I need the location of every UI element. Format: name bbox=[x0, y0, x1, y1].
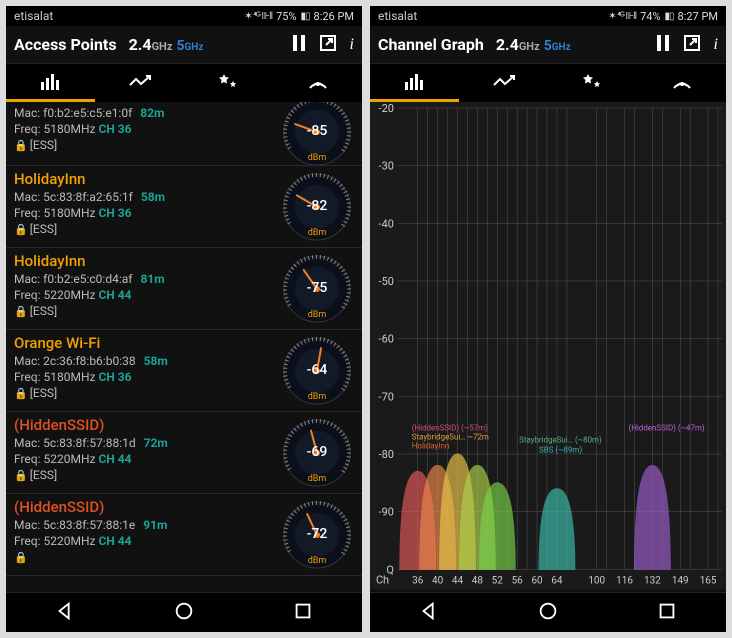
clock: 8:26 PM bbox=[314, 10, 354, 23]
nav-bar bbox=[370, 592, 726, 632]
svg-text:-50: -50 bbox=[379, 275, 394, 288]
signal-gauge: -72 dBm bbox=[282, 500, 352, 570]
tab-access-points[interactable] bbox=[637, 64, 726, 102]
lock-icon: 🔒 bbox=[14, 305, 28, 318]
tab-bar bbox=[370, 64, 726, 102]
tab-time-graph[interactable] bbox=[459, 64, 548, 102]
ap-row[interactable]: (HiddenSSID)Mac: 5c:83:8f:57:88:1e91mFre… bbox=[6, 494, 362, 576]
phone-right: etisalat ✶ ⁴ᴳ ⊪‖ 74% ▮▯ 8:27 PM Channel … bbox=[370, 6, 726, 632]
nav-back[interactable] bbox=[418, 600, 440, 626]
bt-icon: ✶ ⁴ᴳ ⊪‖ bbox=[608, 11, 636, 22]
signal-gauge: -82 dBm bbox=[282, 172, 352, 242]
svg-text:36: 36 bbox=[412, 575, 424, 586]
signal-gauge: -85 dBm bbox=[282, 102, 352, 167]
svg-text:-20: -20 bbox=[379, 102, 394, 115]
signal-gauge: -64 dBm bbox=[282, 336, 352, 406]
svg-text:132: 132 bbox=[644, 575, 661, 586]
svg-text:64: 64 bbox=[551, 575, 563, 586]
signal-gauge: -69 dBm bbox=[282, 418, 352, 488]
svg-text:52: 52 bbox=[492, 575, 504, 586]
ap-row[interactable]: Mac: f0:b2:e5:c5:e1:0f82mFreq: 5180MHz C… bbox=[6, 102, 362, 166]
info-icon[interactable]: i bbox=[350, 36, 354, 54]
svg-text:StaybridgeSui… (~80m): StaybridgeSui… (~80m) bbox=[519, 435, 602, 444]
carrier-label: etisalat bbox=[14, 9, 53, 23]
ap-row[interactable]: (HiddenSSID)Mac: 5c:83:8f:57:88:1d72mFre… bbox=[6, 412, 362, 494]
carrier-label: etisalat bbox=[378, 9, 417, 23]
svg-text:-30: -30 bbox=[379, 160, 394, 173]
svg-text:-80: -80 bbox=[379, 448, 394, 461]
status-bar: etisalat ✶ ⁴ᴳ ⊪‖ 74% ▮▯ 8:27 PM bbox=[370, 6, 726, 26]
tab-bar-chart[interactable] bbox=[370, 64, 459, 102]
svg-text:165: 165 bbox=[700, 575, 717, 586]
svg-text:-70: -70 bbox=[379, 390, 394, 403]
band-selector[interactable]: 2.4GHz 5GHz bbox=[496, 35, 648, 54]
pause-icon[interactable] bbox=[292, 35, 306, 55]
battery-icon: ▮▯ bbox=[301, 11, 310, 22]
nav-recent[interactable] bbox=[292, 600, 314, 626]
export-icon[interactable] bbox=[684, 35, 700, 55]
ap-distance: 72m bbox=[144, 436, 168, 450]
pause-icon[interactable] bbox=[656, 35, 670, 55]
screen-title: Access Points bbox=[14, 35, 117, 54]
lock-icon: 🔒 bbox=[14, 139, 28, 152]
svg-text:(HiddenSSID) (~47m): (HiddenSSID) (~47m) bbox=[629, 424, 705, 433]
svg-text:44: 44 bbox=[452, 575, 464, 586]
status-bar: etisalat ✶ ⁴ᴳ ⊪‖ 75% ▮▯ 8:26 PM bbox=[6, 6, 362, 26]
app-bar: Channel Graph 2.4GHz 5GHz i bbox=[370, 26, 726, 64]
screen-title: Channel Graph bbox=[378, 35, 484, 54]
svg-text:-60: -60 bbox=[379, 333, 394, 346]
svg-text:48: 48 bbox=[472, 575, 484, 586]
tab-bar bbox=[6, 64, 362, 102]
svg-text:-40: -40 bbox=[379, 217, 394, 230]
battery-icon: ▮▯ bbox=[665, 11, 674, 22]
band-selector[interactable]: 2.4GHz 5GHz bbox=[129, 35, 284, 54]
bt-icon: ✶ ⁴ᴳ ⊪‖ bbox=[244, 11, 272, 22]
tab-access-points[interactable] bbox=[273, 64, 362, 102]
clock: 8:27 PM bbox=[678, 10, 718, 23]
nav-back[interactable] bbox=[54, 600, 76, 626]
nav-home[interactable] bbox=[173, 600, 195, 626]
battery-pct: 74% bbox=[640, 10, 660, 23]
lock-icon: 🔒 bbox=[14, 469, 28, 482]
ap-row[interactable]: HolidayInnMac: 5c:83:8f:a2:65:1f58mFreq:… bbox=[6, 166, 362, 248]
svg-text:116: 116 bbox=[616, 575, 633, 586]
svg-text:(HiddenSSID) (~57m): (HiddenSSID) (~57m) bbox=[412, 424, 488, 433]
battery-pct: 75% bbox=[276, 10, 296, 23]
svg-text:HolidayInn: HolidayInn bbox=[412, 441, 449, 450]
svg-text:StaybridgeSui… ~72m: StaybridgeSui… ~72m bbox=[412, 432, 489, 441]
svg-text:149: 149 bbox=[672, 575, 689, 586]
export-icon[interactable] bbox=[320, 35, 336, 55]
svg-text:Ch: Ch bbox=[376, 573, 389, 586]
ap-distance: 58m bbox=[141, 190, 165, 204]
svg-text:56: 56 bbox=[512, 575, 524, 586]
nav-home[interactable] bbox=[537, 600, 559, 626]
nav-bar bbox=[6, 592, 362, 632]
svg-text:60: 60 bbox=[531, 575, 543, 586]
tab-rating[interactable] bbox=[548, 64, 637, 102]
tab-bar-chart[interactable] bbox=[6, 64, 95, 102]
svg-text:-90: -90 bbox=[379, 506, 394, 519]
ap-distance: 58m bbox=[144, 354, 168, 368]
ap-list[interactable]: Mac: f0:b2:e5:c5:e1:0f82mFreq: 5180MHz C… bbox=[6, 102, 362, 592]
ap-row[interactable]: HolidayInnMac: f0:b2:e5:c0:d4:af81mFreq:… bbox=[6, 248, 362, 330]
lock-icon: 🔒 bbox=[14, 387, 28, 400]
phone-left: etisalat ✶ ⁴ᴳ ⊪‖ 75% ▮▯ 8:26 PM Access P… bbox=[6, 6, 362, 632]
ap-row[interactable]: Orange Wi-FiMac: 2c:36:f8:b6:b0:3858mFre… bbox=[6, 330, 362, 412]
lock-icon: 🔒 bbox=[14, 223, 28, 236]
svg-text:40: 40 bbox=[432, 575, 444, 586]
ap-distance: 91m bbox=[143, 518, 167, 532]
tab-rating[interactable] bbox=[184, 64, 273, 102]
nav-recent[interactable] bbox=[656, 600, 678, 626]
svg-text:SBS (~89m): SBS (~89m) bbox=[539, 445, 582, 454]
tab-time-graph[interactable] bbox=[95, 64, 184, 102]
channel-graph[interactable]: -20-30-40-50-60-70-80-90QCh3640444852566… bbox=[370, 102, 726, 592]
ap-distance: 81m bbox=[140, 272, 164, 286]
ap-distance: 82m bbox=[140, 106, 164, 120]
app-bar: Access Points 2.4GHz 5GHz i bbox=[6, 26, 362, 64]
lock-icon: 🔒 bbox=[14, 551, 28, 564]
signal-gauge: -75 dBm bbox=[282, 254, 352, 324]
svg-text:100: 100 bbox=[588, 575, 605, 586]
info-icon[interactable]: i bbox=[714, 36, 718, 54]
